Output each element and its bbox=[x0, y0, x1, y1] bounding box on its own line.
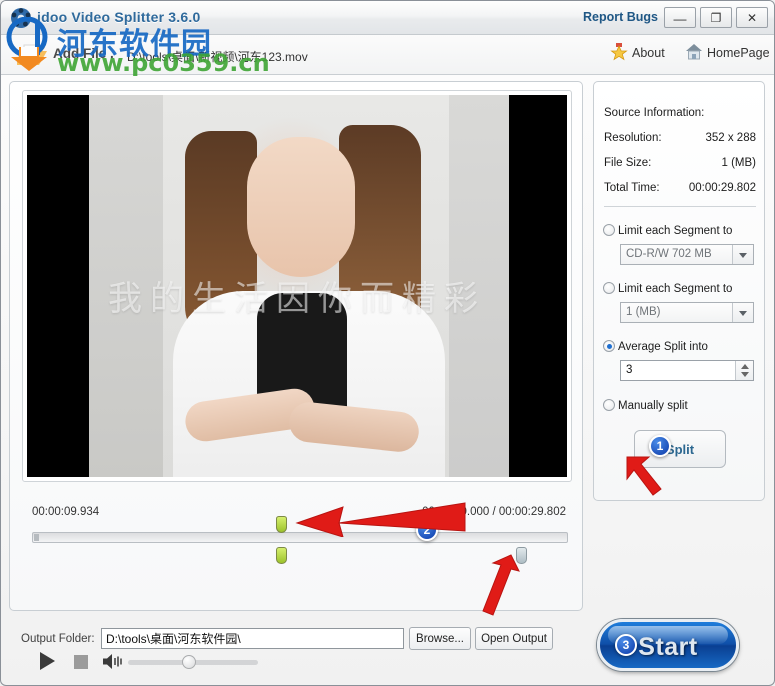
output-folder-input[interactable] bbox=[101, 628, 404, 649]
file-size-label: File Size: bbox=[604, 157, 652, 169]
add-file-icon[interactable] bbox=[15, 39, 47, 71]
total-time-value: 00:00:29.802 bbox=[688, 182, 756, 194]
stepper-down-icon[interactable] bbox=[741, 372, 749, 377]
chevron-down-icon[interactable] bbox=[732, 245, 753, 264]
close-button[interactable]: ✕ bbox=[736, 7, 768, 28]
split-marker-top[interactable] bbox=[276, 516, 287, 533]
combo-media-size-value: CD-R/W 702 MB bbox=[626, 248, 712, 260]
video-canvas[interactable]: 我的生活因你而精彩 bbox=[27, 95, 567, 477]
chevron-down-icon[interactable] bbox=[732, 303, 753, 322]
file-size-value: 1 (MB) bbox=[721, 157, 757, 169]
output-folder-label: Output Folder: bbox=[21, 633, 95, 645]
home-icon[interactable] bbox=[685, 43, 703, 61]
radio-limit-segment-size[interactable]: Limit each Segment to bbox=[603, 224, 732, 237]
radio-average-split-label: Average Split into bbox=[618, 341, 708, 353]
maximize-button[interactable]: ❐ bbox=[700, 7, 732, 28]
combo-segment-mb[interactable]: 1 (MB) bbox=[620, 302, 754, 323]
browse-button[interactable]: Browse... bbox=[409, 627, 471, 650]
split-marker-bottom-a[interactable] bbox=[276, 547, 287, 564]
window-title: idoo Video Splitter 3.6.0 bbox=[37, 9, 201, 25]
minimize-icon: — bbox=[673, 11, 687, 27]
about-link[interactable]: About bbox=[632, 46, 665, 60]
step-badge-1: 1 bbox=[649, 435, 671, 457]
combo-segment-mb-value: 1 (MB) bbox=[626, 306, 661, 318]
application-window: idoo Video Splitter 3.6.0 Report Bugs — … bbox=[0, 0, 775, 686]
stepper-buttons[interactable] bbox=[735, 361, 753, 380]
timeline-playhead[interactable] bbox=[34, 534, 39, 541]
radio-average-split[interactable]: Average Split into bbox=[603, 340, 708, 353]
video-frame: 我的生活因你而精彩 bbox=[22, 90, 572, 482]
step-badge-2: 2 bbox=[416, 519, 438, 541]
total-time-label: Total Time: bbox=[604, 182, 660, 194]
radio-manual-split-label: Manually split bbox=[618, 400, 688, 412]
panel-divider bbox=[604, 206, 756, 207]
average-split-count-stepper[interactable]: 3 bbox=[620, 360, 754, 381]
close-icon: ✕ bbox=[746, 10, 758, 25]
minimize-button[interactable]: — bbox=[664, 7, 696, 28]
radio-limit-segment-mb-indicator bbox=[603, 282, 615, 294]
preview-panel: 我的生活因你而精彩 00:00:09.934 00:00:00.000 / 00… bbox=[9, 81, 583, 670]
timeline-track[interactable] bbox=[32, 532, 568, 543]
resolution-value: 352 x 288 bbox=[705, 132, 756, 144]
video-bg-right bbox=[449, 95, 509, 477]
radio-average-split-indicator bbox=[603, 340, 615, 352]
radio-limit-segment-mb[interactable]: Limit each Segment to bbox=[603, 282, 732, 295]
add-file-label[interactable]: Add File . bbox=[53, 46, 114, 61]
split-marker-bottom-b[interactable] bbox=[516, 547, 527, 564]
current-file-path: D:\tools\桌面\新视频\河东123.mov bbox=[127, 50, 308, 64]
stepper-up-icon[interactable] bbox=[741, 364, 749, 369]
settings-panel: Source Information: Resolution: 352 x 28… bbox=[593, 81, 765, 501]
radio-limit-segment-mb-label: Limit each Segment to bbox=[618, 283, 733, 295]
app-icon bbox=[11, 8, 31, 28]
video-image bbox=[89, 95, 509, 477]
step-badge-3: 3 bbox=[615, 634, 637, 656]
source-information-heading: Source Information: bbox=[604, 107, 705, 119]
report-bugs-link[interactable]: Report Bugs bbox=[583, 10, 658, 24]
open-output-button[interactable]: Open Output bbox=[475, 627, 553, 650]
average-split-count-value: 3 bbox=[626, 364, 633, 376]
video-bg-left bbox=[89, 95, 163, 477]
maximize-icon: ❐ bbox=[710, 10, 722, 25]
segment-time-label: 00:00:09.934 bbox=[32, 506, 100, 518]
position-duration-label: 00:00:00.000 / 00:00:29.802 bbox=[422, 506, 566, 518]
subject-face bbox=[247, 137, 355, 277]
combo-media-size[interactable]: CD-R/W 702 MB bbox=[620, 244, 754, 265]
star-icon[interactable] bbox=[610, 43, 628, 61]
radio-manual-split[interactable]: Manually split bbox=[603, 399, 688, 412]
radio-limit-segment-size-indicator bbox=[603, 224, 615, 236]
radio-limit-segment-size-label: Limit each Segment to bbox=[618, 225, 733, 237]
resolution-label: Resolution: bbox=[604, 132, 662, 144]
radio-manual-split-indicator bbox=[603, 399, 615, 411]
toolbar: Add File . D:\tools\桌面\新视频\河东123.mov Abo… bbox=[1, 35, 774, 75]
split-button[interactable]: Split bbox=[634, 430, 726, 468]
homepage-link[interactable]: HomePage bbox=[707, 46, 770, 60]
title-bar: idoo Video Splitter 3.6.0 Report Bugs — … bbox=[1, 1, 774, 35]
